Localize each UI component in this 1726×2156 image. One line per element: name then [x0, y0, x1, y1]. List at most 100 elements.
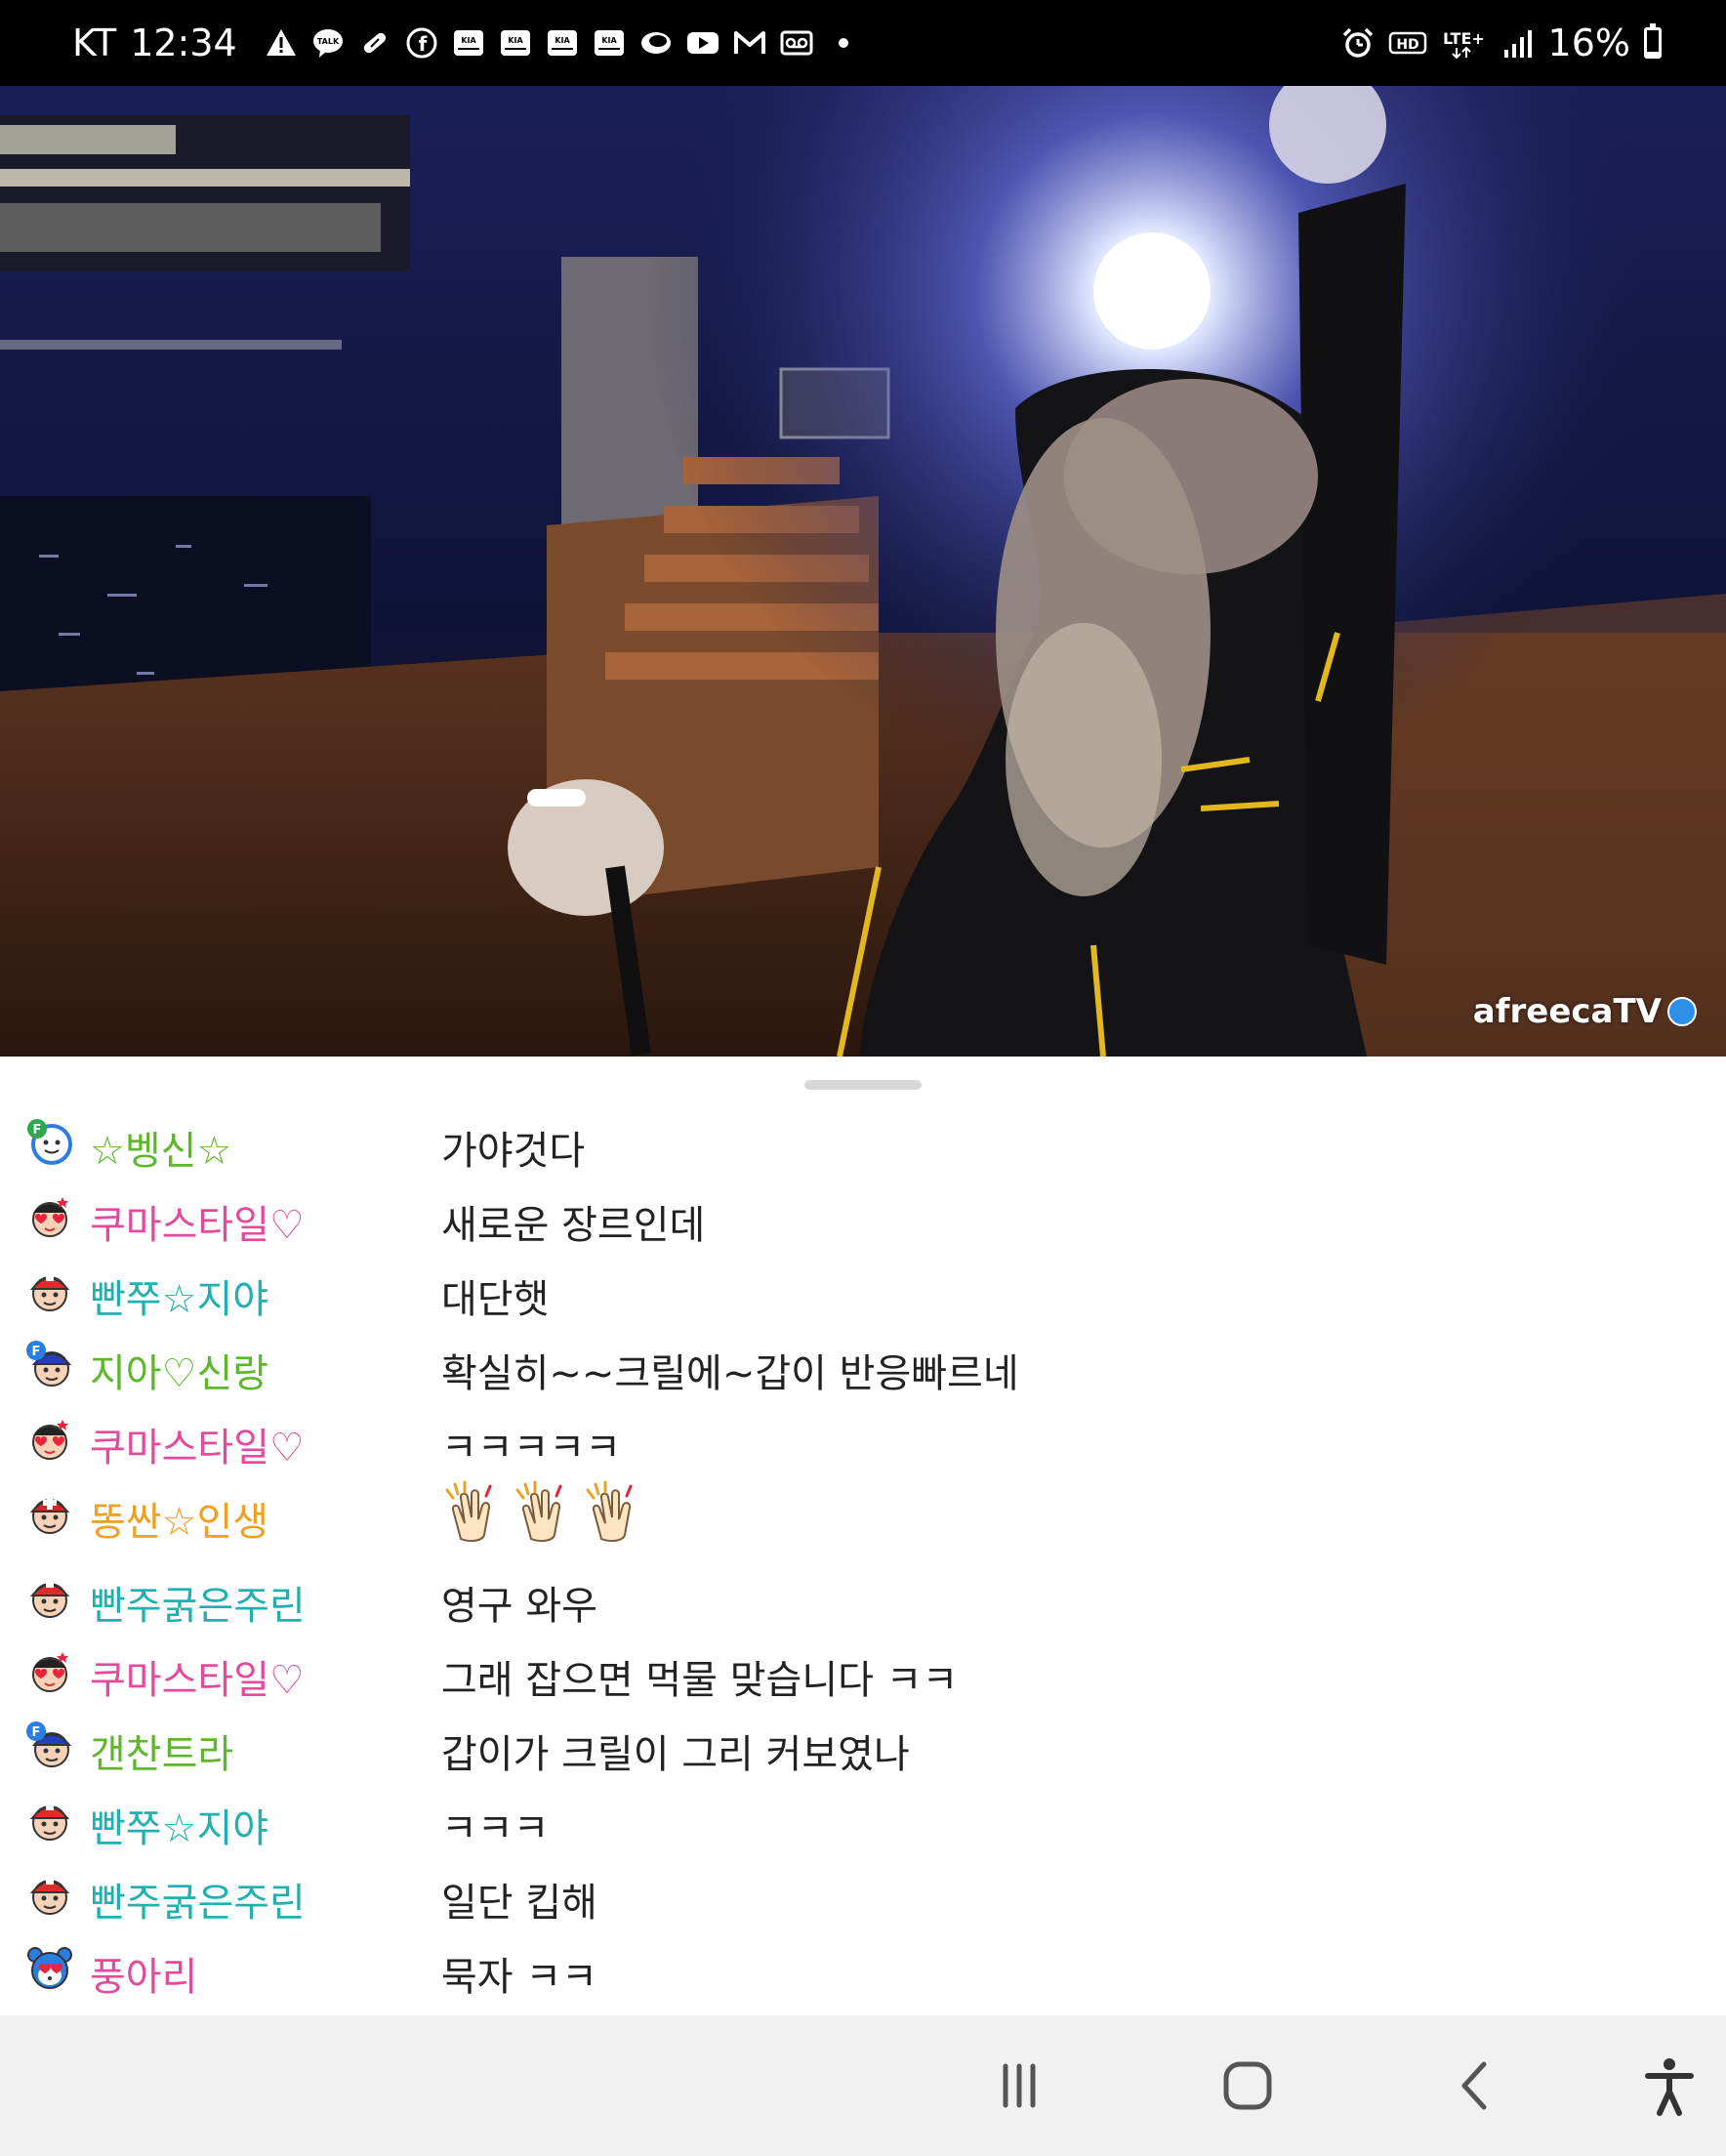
heart-glasses-avatar[interactable]	[25, 1646, 74, 1695]
red-cap-avatar[interactable]	[25, 1869, 74, 1918]
chat-nickname[interactable]: 풍아리	[90, 1945, 197, 2002]
heart-glasses-avatar[interactable]	[25, 1191, 74, 1240]
signal-icon	[1501, 26, 1535, 60]
chat-message: 빤쭈☆지야 ㅋㅋㅋ	[0, 1793, 1726, 1867]
chat-nickname[interactable]: ☆벵신☆	[90, 1119, 231, 1176]
status-bar-right: HD LTE+ 16%	[1341, 0, 1662, 86]
svg-text:f: f	[418, 32, 427, 56]
svg-text:F: F	[32, 1725, 41, 1740]
video-player[interactable]: afreecaTV	[0, 86, 1726, 1057]
kia-connect-icon: KIA	[593, 26, 626, 60]
chat-message: F 지아♡신랑 확실히~~크릴에~갑이 반응빠르네	[0, 1338, 1726, 1412]
chat-nickname[interactable]: 빤쭈☆지야	[90, 1267, 268, 1324]
clapping-hands-emoji	[512, 1480, 576, 1555]
svg-text:KIA: KIA	[508, 36, 523, 45]
clapping-hands-emoji	[441, 1480, 506, 1555]
pill-icon	[358, 26, 391, 60]
red-cap-avatar[interactable]	[25, 1265, 74, 1314]
chat-message: 쿠마스타일♡ 새로운 장르인데	[0, 1189, 1726, 1264]
accessibility-icon	[1645, 2058, 1694, 2116]
svg-text:F: F	[32, 1345, 41, 1359]
red-cap-avatar[interactable]	[25, 1795, 74, 1844]
cross-cap-avatar[interactable]	[25, 1488, 74, 1537]
chat-message: 똥싼☆인생	[0, 1480, 1726, 1560]
chat-message: 빤쭈☆지야 대단햇	[0, 1264, 1726, 1338]
chat-nickname[interactable]: 지아♡신랑	[90, 1342, 268, 1398]
chat-message: F ☆벵신☆ 가야것다	[0, 1115, 1726, 1189]
video-frame	[0, 86, 1726, 1057]
svg-text:F: F	[33, 1123, 42, 1138]
voicemail-icon	[780, 26, 813, 60]
chat-nickname[interactable]: 쿠마스타일♡	[90, 1416, 305, 1472]
heart-glasses-avatar[interactable]	[25, 1414, 74, 1463]
chat-message: 빤주굵은주린 영구 와우	[0, 1570, 1726, 1644]
svg-text:TALK: TALK	[317, 37, 340, 46]
svg-text:HD: HD	[1396, 37, 1418, 53]
chat-message: 쿠마스타일♡ 그래 잡으면 먹물 맞습니다 ㅋㅋ	[0, 1644, 1726, 1719]
battery-icon	[1644, 23, 1662, 59]
ring-icon	[639, 26, 673, 60]
hd-voice-icon: HD	[1388, 26, 1427, 60]
kia-connect-icon: KIA	[546, 26, 579, 60]
dot-icon	[827, 26, 860, 60]
status-bar-left: KT 12:34 TALK f KIA KIA KIA KIA	[72, 0, 860, 86]
chat-message-text: 갑이가 크릴이 그리 커보였나	[441, 1732, 910, 1777]
fan-cap-avatar[interactable]: F	[25, 1340, 74, 1389]
chat-message-text: 대단햇	[441, 1277, 550, 1322]
chat-message-text: 일단 킵해	[441, 1881, 597, 1926]
svg-text:KIA: KIA	[601, 36, 617, 45]
chat-nickname[interactable]: 똥싼☆인생	[90, 1490, 268, 1547]
carrier-label: KT	[72, 21, 117, 64]
heart-bear-avatar[interactable]	[25, 1943, 74, 1992]
facebook-icon: f	[405, 26, 438, 60]
chat-message-text: 확실히~~크릴에~갑이 반응빠르네	[441, 1351, 1019, 1396]
clock: 12:34	[130, 21, 237, 64]
kia-connect-icon: KIA	[499, 26, 532, 60]
status-bar: KT 12:34 TALK f KIA KIA KIA KIA HD LTE+ …	[0, 0, 1726, 86]
kia-connect-icon: KIA	[452, 26, 485, 60]
recent-apps-button[interactable]	[980, 2054, 1058, 2117]
warning-icon	[265, 26, 298, 60]
chat-message-text	[441, 1480, 646, 1555]
chat-nickname[interactable]: 빤쭈☆지야	[90, 1797, 268, 1853]
chat-message: F 갠찬트라 갑이가 크릴이 그리 커보였나	[0, 1719, 1726, 1793]
back-icon	[1461, 2061, 1487, 2110]
battery-percent: 16%	[1547, 21, 1630, 64]
gmail-icon	[733, 26, 766, 60]
recent-apps-icon	[1003, 2063, 1036, 2108]
chat-message-text: 그래 잡으면 먹물 맞습니다 ㅋㅋ	[441, 1658, 959, 1703]
afreecatv-logo-icon	[1667, 997, 1697, 1026]
kakaotalk-icon: TALK	[311, 26, 345, 60]
chat-message-text: ㅋㅋㅋ	[441, 1806, 550, 1851]
chat-message: 쿠마스타일♡ ㅋㅋㅋㅋㅋ	[0, 1412, 1726, 1486]
lte-plus-icon: LTE+	[1441, 26, 1488, 60]
svg-text:KIA: KIA	[555, 36, 570, 45]
battery-level	[1647, 51, 1659, 56]
chat-message: 빤주굵은주린 일단 킵해	[0, 1867, 1726, 1941]
chat-message-text: 가야것다	[441, 1129, 586, 1174]
chat-nickname[interactable]: 쿠마스타일♡	[90, 1648, 305, 1705]
alarm-icon	[1341, 26, 1375, 60]
youtube-icon	[686, 26, 719, 60]
svg-text:LTE+: LTE+	[1443, 29, 1485, 48]
chat-drag-handle[interactable]	[804, 1080, 922, 1090]
chat-nickname[interactable]: 쿠마스타일♡	[90, 1193, 305, 1250]
chat-nickname[interactable]: 빤주굵은주린	[90, 1871, 306, 1928]
system-nav-bar	[0, 2015, 1726, 2156]
home-icon	[1223, 2061, 1272, 2110]
chat-message-text: 영구 와우	[441, 1584, 597, 1629]
chat-message-text: 새로운 장르인데	[441, 1203, 706, 1248]
chat-nickname[interactable]: 빤주굵은주린	[90, 1574, 306, 1631]
clapping-hands-emoji	[582, 1480, 646, 1555]
chat-nickname[interactable]: 갠찬트라	[90, 1722, 233, 1779]
fan-cap-avatar[interactable]: F	[25, 1721, 74, 1769]
accessibility-button[interactable]	[1630, 2054, 1708, 2117]
watermark-text: afreecaTV	[1472, 992, 1662, 1031]
fan-badge-avatar[interactable]: F	[25, 1117, 74, 1166]
afreecatv-watermark: afreecaTV	[1473, 992, 1697, 1031]
red-cap-avatar[interactable]	[25, 1572, 74, 1621]
chat-message-text: 묵자 ㅋㅋ	[441, 1955, 597, 2000]
home-button[interactable]	[1209, 2054, 1287, 2117]
svg-text:KIA: KIA	[461, 36, 476, 45]
back-button[interactable]	[1437, 2054, 1515, 2117]
